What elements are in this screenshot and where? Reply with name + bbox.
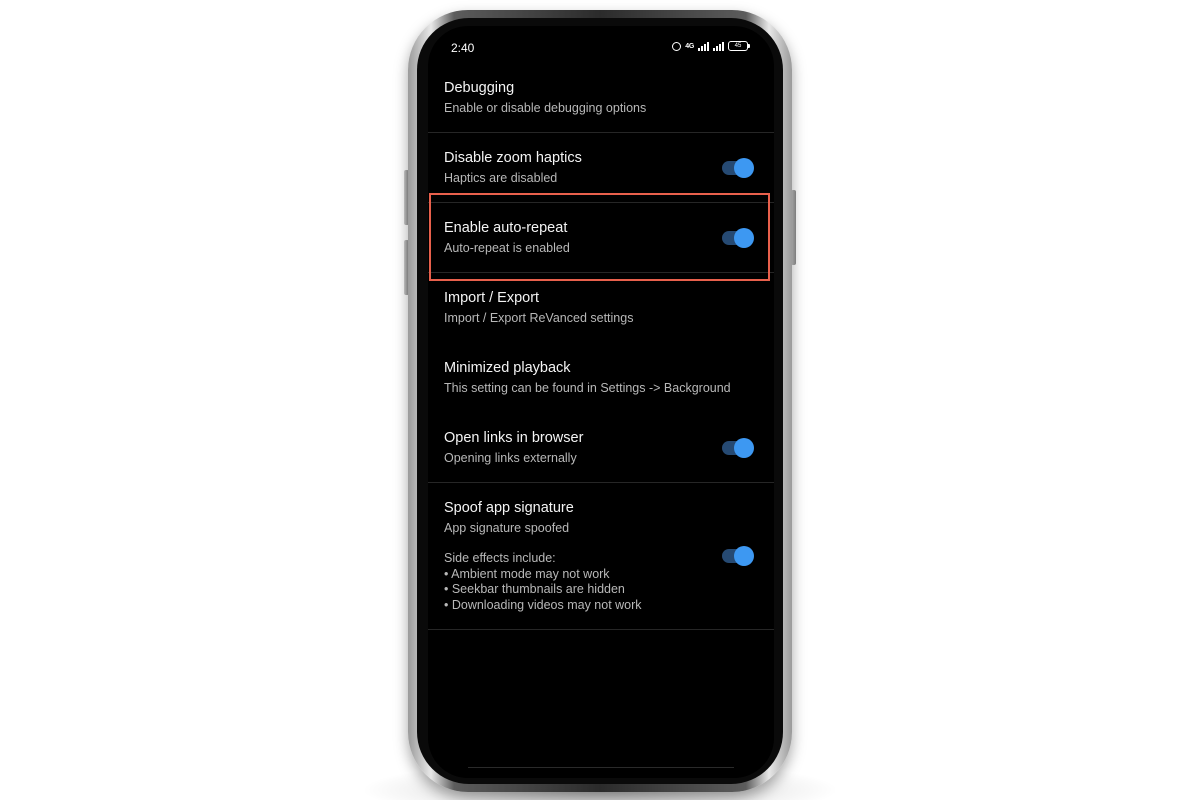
setting-summary: Opening links externally bbox=[444, 451, 577, 465]
setting-summary: Haptics are disabled bbox=[444, 171, 558, 185]
settings-list: Debugging Enable or disable debugging op… bbox=[428, 63, 774, 630]
network-icon: 4G bbox=[685, 42, 694, 50]
side-effects-text: Side effects include: • Ambient mode may… bbox=[444, 551, 642, 613]
side-effects-line: • Downloading videos may not work bbox=[444, 597, 642, 612]
stage: 2:40 4G 45 Debugging Enable or disable d… bbox=[0, 0, 1200, 800]
setting-title: Open links in browser bbox=[444, 430, 584, 446]
spoof-signature-toggle[interactable] bbox=[722, 546, 754, 566]
setting-title: Debugging bbox=[444, 80, 515, 96]
setting-summary: This setting can be found in Settings ->… bbox=[444, 381, 731, 395]
toggle-knob bbox=[734, 546, 754, 566]
setting-title: Import / Export bbox=[444, 290, 540, 306]
side-effects-line: • Seekbar thumbnails are hidden bbox=[444, 582, 625, 596]
setting-disable-zoom-haptics[interactable]: Disable zoom haptics Haptics are disable… bbox=[428, 133, 774, 203]
status-bar: 2:40 4G 45 bbox=[428, 26, 774, 66]
battery-icon: 45 bbox=[728, 41, 750, 51]
zoom-haptics-toggle[interactable] bbox=[722, 158, 754, 178]
setting-title: Disable zoom haptics bbox=[444, 150, 582, 166]
setting-title: Minimized playback bbox=[444, 360, 571, 376]
signal-icon bbox=[713, 41, 724, 51]
setting-open-links-in-browser[interactable]: Open links in browser Opening links exte… bbox=[428, 413, 774, 483]
status-time: 2:40 bbox=[451, 41, 475, 55]
setting-summary: Enable or disable debugging options bbox=[444, 101, 647, 115]
auto-repeat-toggle[interactable] bbox=[722, 228, 754, 248]
signal-icon bbox=[698, 41, 709, 51]
status-icons: 4G 45 bbox=[672, 41, 750, 51]
alarm-icon bbox=[672, 41, 682, 51]
toggle-knob bbox=[734, 158, 754, 178]
side-effects-line: • Ambient mode may not work bbox=[444, 566, 610, 581]
home-indicator bbox=[468, 767, 734, 768]
setting-spoof-app-signature[interactable]: Spoof app signature App signature spoofe… bbox=[428, 483, 774, 630]
setting-enable-auto-repeat[interactable]: Enable auto-repeat Auto-repeat is enable… bbox=[428, 203, 774, 273]
setting-title: Spoof app signature bbox=[444, 500, 574, 516]
toggle-knob bbox=[734, 438, 754, 458]
phone-screen: 2:40 4G 45 Debugging Enable or disable d… bbox=[428, 26, 774, 778]
setting-import-export[interactable]: Import / Export Import / Export ReVanced… bbox=[428, 273, 774, 343]
setting-summary: Auto-repeat is enabled bbox=[444, 241, 570, 255]
setting-summary: Import / Export ReVanced settings bbox=[444, 311, 634, 325]
setting-title: Enable auto-repeat bbox=[444, 220, 568, 236]
side-effects-line: Side effects include: bbox=[444, 551, 556, 565]
open-links-toggle[interactable] bbox=[722, 438, 754, 458]
setting-minimized-playback[interactable]: Minimized playback This setting can be f… bbox=[428, 343, 774, 413]
setting-debugging[interactable]: Debugging Enable or disable debugging op… bbox=[428, 63, 774, 133]
toggle-knob bbox=[734, 228, 754, 248]
setting-summary: App signature spoofed bbox=[444, 521, 570, 535]
